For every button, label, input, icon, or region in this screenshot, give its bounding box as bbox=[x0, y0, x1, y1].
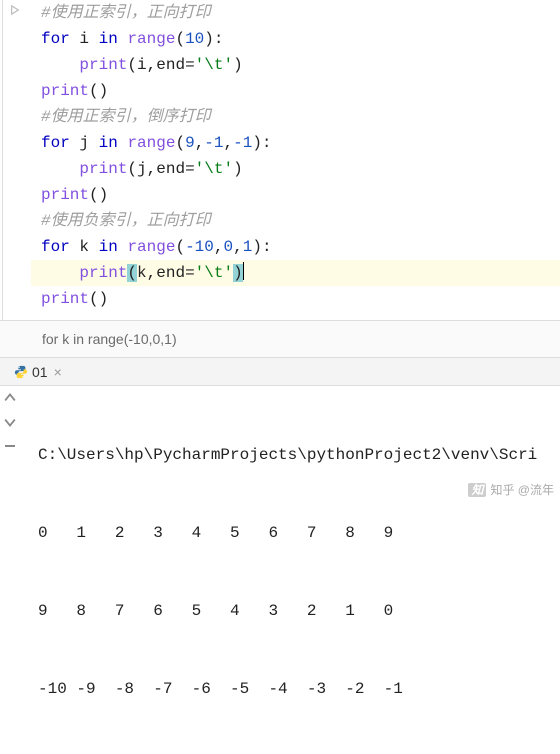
python-icon bbox=[14, 365, 28, 379]
comment: #使用正索引，倒序打印 bbox=[41, 108, 211, 126]
code-line: print(i,end='\t') bbox=[31, 52, 560, 78]
bracket-match: ) bbox=[233, 264, 243, 282]
console-line: -10 -9 -8 -7 -6 -5 -4 -3 -2 -1 bbox=[38, 676, 560, 702]
code-line: print() bbox=[31, 286, 560, 312]
code-line: for k in range(-10,0,1): bbox=[31, 234, 560, 260]
breadcrumb[interactable]: for k in range(-10,0,1) bbox=[0, 320, 560, 358]
watermark: 知知乎 @流年 bbox=[468, 481, 554, 498]
console-output[interactable]: C:\Users\hp\PycharmProjects\pythonProjec… bbox=[20, 386, 560, 754]
run-tab-label: 01 bbox=[32, 364, 48, 380]
caret bbox=[243, 262, 244, 280]
scroll-up-icon[interactable] bbox=[2, 390, 18, 406]
code-line: for i in range(10): bbox=[31, 26, 560, 52]
run-tab-bar: 01 × bbox=[0, 358, 560, 386]
scroll-down-icon[interactable] bbox=[2, 414, 18, 430]
code-line: print() bbox=[31, 78, 560, 104]
code-line-active: print(k,end='\t') bbox=[31, 260, 560, 286]
run-tab[interactable]: 01 × bbox=[8, 362, 70, 382]
code-line: #使用正索引，倒序打印 bbox=[31, 104, 560, 130]
code-line: #使用负索引，正向打印 bbox=[31, 208, 560, 234]
console-line: 9 8 7 6 5 4 3 2 1 0 bbox=[38, 598, 560, 624]
console-line: C:\Users\hp\PycharmProjects\pythonProjec… bbox=[38, 442, 560, 468]
code-line: print() bbox=[31, 182, 560, 208]
close-icon[interactable]: × bbox=[52, 364, 64, 380]
code-line: #使用正索引，正向打印 bbox=[31, 0, 560, 26]
code-editor[interactable]: #使用正索引，正向打印 for i in range(10): print(i,… bbox=[2, 0, 560, 320]
code-line: for j in range(9,-1,-1): bbox=[31, 130, 560, 156]
divider-icon[interactable] bbox=[2, 438, 18, 454]
bracket-match: ( bbox=[127, 264, 137, 282]
comment: #使用正索引，正向打印 bbox=[41, 4, 211, 22]
comment: #使用负索引，正向打印 bbox=[41, 212, 211, 230]
code-line: print(j,end='\t') bbox=[31, 156, 560, 182]
console-toolbar bbox=[0, 386, 20, 754]
fold-icon[interactable] bbox=[9, 4, 21, 16]
console-line: 0 1 2 3 4 5 6 7 8 9 bbox=[38, 520, 560, 546]
